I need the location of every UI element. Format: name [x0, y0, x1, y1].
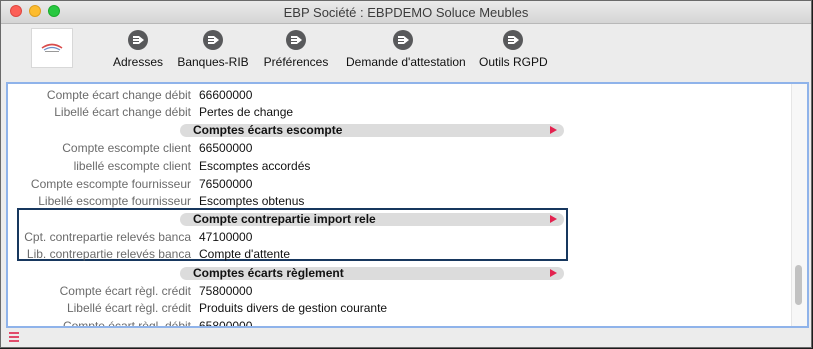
title-bar: EBP Société : EBPDEMO Soluce Meubles — [1, 1, 811, 24]
field-value[interactable]: 75800000 — [199, 284, 252, 298]
section-title: Compte contrepartie import rele — [193, 212, 376, 226]
arrow-to-bar-icon — [393, 30, 413, 50]
field-value[interactable]: Produits divers de gestion courante — [199, 301, 387, 315]
field-label: libellé escompte client — [73, 159, 191, 173]
toolbar-button-adresses[interactable]: Adresses — [113, 30, 163, 69]
section-header-reglement[interactable]: Comptes écarts règlement — [180, 266, 564, 280]
expand-arrow-icon[interactable] — [550, 269, 557, 277]
section-title: Comptes écarts escompte — [193, 123, 343, 137]
field-value[interactable]: 65800000 — [199, 319, 252, 326]
field-value[interactable]: 47100000 — [199, 230, 252, 244]
field-label: Compte écart règl. crédit — [59, 284, 191, 298]
field-value[interactable]: 66600000 — [199, 88, 252, 102]
section-title: Comptes écarts règlement — [193, 266, 344, 280]
toolbar-button-label: Banques-RIB — [177, 55, 249, 69]
field-label: Compte écart change débit — [46, 88, 191, 102]
scrollbar-thumb[interactable] — [795, 265, 802, 305]
field-label: Compte escompte client — [62, 141, 191, 155]
toolbar-button-preferences[interactable]: Préférences — [262, 30, 330, 69]
section-header-contrepartie[interactable]: Compte contrepartie import rele — [180, 212, 564, 226]
field-value[interactable]: Escomptes obtenus — [199, 194, 304, 208]
section-header-escompte[interactable]: Comptes écarts escompte — [180, 123, 564, 137]
toolbar-button-outils-rgpd[interactable]: Outils RGPD — [479, 30, 548, 69]
field-label: Cpt. contrepartie relevés banca — [24, 230, 191, 244]
toolbar-button-label: Adresses — [113, 55, 164, 69]
field-label: Libellé écart change débit — [54, 105, 191, 119]
field-label: Libellé escompte fournisseur — [38, 194, 191, 208]
field-label: Lib. contrepartie relevés banca — [26, 247, 191, 261]
arrow-to-bar-icon — [203, 30, 223, 50]
field-value[interactable]: Escomptes accordés — [199, 159, 310, 173]
app-window: EBP Société : EBPDEMO Soluce Meubles Adr… — [0, 0, 812, 348]
settings-panel: Compte écart change débit 66600000 Libel… — [6, 82, 809, 328]
toolbar: Adresses Banques-RIB Préférences Demande… — [1, 24, 811, 81]
window-title: EBP Société : EBPDEMO Soluce Meubles — [283, 5, 529, 20]
arrow-to-bar-icon — [286, 30, 306, 50]
field-value[interactable]: Pertes de change — [199, 105, 293, 119]
vertical-scrollbar[interactable] — [791, 84, 807, 326]
arrow-to-bar-icon — [128, 30, 148, 50]
expand-arrow-icon[interactable] — [550, 126, 557, 134]
toolbar-button-label: Préférences — [263, 55, 329, 69]
resize-handle-icon[interactable] — [9, 332, 19, 344]
toolbar-button-label: Outils RGPD — [479, 55, 548, 69]
company-logo — [31, 28, 73, 68]
toolbar-button-banques-rib[interactable]: Banques-RIB — [173, 30, 253, 69]
arrow-to-bar-icon — [503, 30, 523, 50]
field-value[interactable]: 66500000 — [199, 141, 252, 155]
logo-icon — [41, 43, 63, 52]
expand-arrow-icon[interactable] — [550, 215, 557, 223]
toolbar-button-label: Demande d'attestation — [346, 55, 466, 69]
field-label: Compte escompte fournisseur — [30, 177, 191, 191]
field-label: Compte écart règl. débit — [62, 319, 191, 328]
field-value[interactable]: Compte d'attente — [199, 247, 290, 261]
toolbar-button-demande-attestation[interactable]: Demande d'attestation — [346, 30, 466, 69]
field-value[interactable]: 76500000 — [199, 177, 252, 191]
field-label: Libellé écart règl. crédit — [66, 301, 191, 315]
